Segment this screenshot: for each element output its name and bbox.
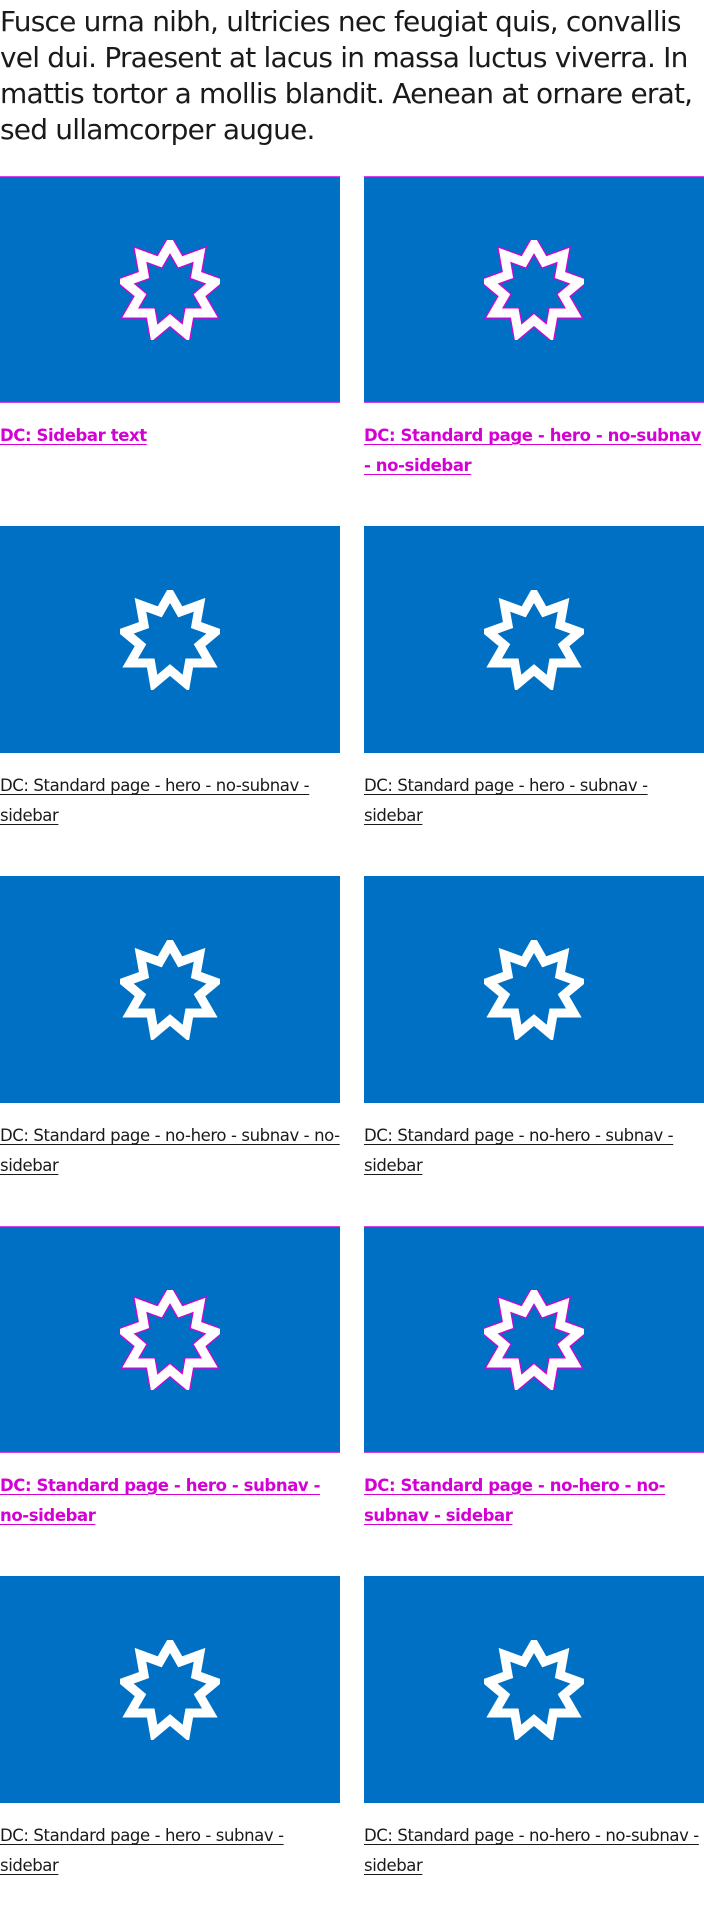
star-icon bbox=[120, 1639, 220, 1740]
card-4: DC: Standard page - hero - subnav - side… bbox=[364, 526, 704, 876]
star-icon bbox=[484, 939, 584, 1040]
star-icon bbox=[120, 939, 220, 1040]
card-thumbnail-link[interactable] bbox=[0, 1226, 340, 1453]
intro-paragraph: Fusce urna nibh, ultricies nec feugiat q… bbox=[0, 5, 693, 146]
card-title-link[interactable]: DC: Standard page - no-hero - no-subnav … bbox=[364, 1471, 704, 1531]
star-icon bbox=[484, 589, 584, 690]
page: Fusce urna nibh, ultricies nec feugiat q… bbox=[0, 0, 704, 1875]
card-thumbnail-link[interactable] bbox=[364, 1226, 704, 1453]
card-title-link[interactable]: DC: Sidebar text bbox=[0, 421, 340, 451]
card-thumbnail-link[interactable] bbox=[0, 176, 340, 403]
card-thumbnail-link[interactable] bbox=[0, 876, 340, 1103]
star-icon bbox=[484, 239, 584, 340]
card-6: DC: Standard page - no-hero - subnav - s… bbox=[364, 876, 704, 1226]
card-title-link[interactable]: DC: Standard page - hero - subnav - no-s… bbox=[0, 1471, 340, 1531]
card-thumbnail-link[interactable] bbox=[364, 876, 704, 1103]
card-thumbnail-link[interactable] bbox=[364, 1576, 704, 1803]
card-title-link[interactable]: DC: Standard page - no-hero - subnav - n… bbox=[0, 1121, 340, 1181]
card-title-link[interactable]: DC: Standard page - hero - no-subnav - s… bbox=[0, 771, 340, 831]
star-icon bbox=[120, 589, 220, 690]
card-3: DC: Standard page - hero - no-subnav - s… bbox=[0, 526, 340, 876]
card-title-link[interactable]: DC: Standard page - no-hero - no-subnav … bbox=[364, 1821, 704, 1881]
card-2: DC: Standard page - hero - no-subnav - n… bbox=[364, 176, 704, 526]
card-5: DC: Standard page - no-hero - subnav - n… bbox=[0, 876, 340, 1226]
card-8: DC: Standard page - no-hero - no-subnav … bbox=[364, 1226, 704, 1576]
card-7: DC: Standard page - hero - subnav - no-s… bbox=[0, 1226, 340, 1576]
card-title-link[interactable]: DC: Standard page - hero - no-subnav - n… bbox=[364, 421, 704, 481]
star-icon bbox=[120, 1289, 220, 1390]
star-icon bbox=[484, 1289, 584, 1390]
card-10: DC: Standard page - no-hero - no-subnav … bbox=[364, 1576, 704, 1926]
card-title-link[interactable]: DC: Standard page - hero - subnav - side… bbox=[364, 771, 704, 831]
card-title-link[interactable]: DC: Standard page - hero - subnav - side… bbox=[0, 1821, 340, 1881]
card-thumbnail-link[interactable] bbox=[0, 1576, 340, 1803]
star-icon bbox=[484, 1639, 584, 1740]
card-1: DC: Sidebar text bbox=[0, 176, 340, 526]
star-icon bbox=[120, 239, 220, 340]
card-thumbnail-link[interactable] bbox=[364, 526, 704, 753]
card-grid: DC: Sidebar text DC: Standard page - her… bbox=[0, 176, 704, 1926]
card-thumbnail-link[interactable] bbox=[0, 526, 340, 753]
card-9: DC: Standard page - hero - subnav - side… bbox=[0, 1576, 340, 1926]
card-title-link[interactable]: DC: Standard page - no-hero - subnav - s… bbox=[364, 1121, 704, 1181]
card-thumbnail-link[interactable] bbox=[364, 176, 704, 403]
